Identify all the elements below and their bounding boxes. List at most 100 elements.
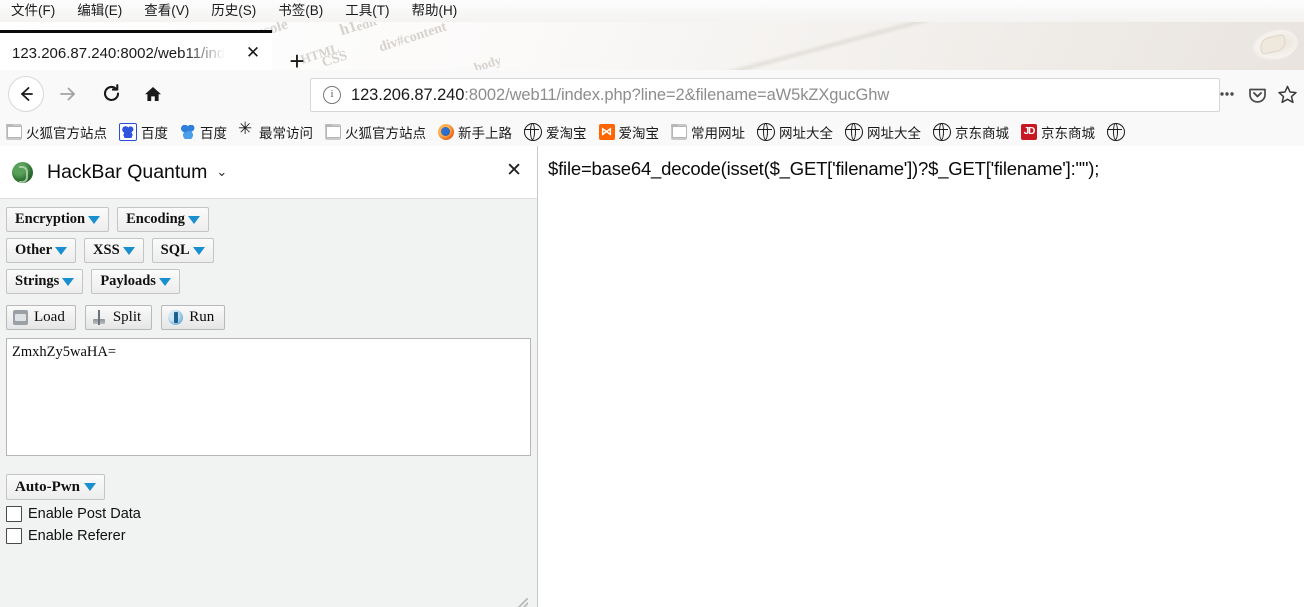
url-host: 123.206.87.240	[351, 85, 465, 104]
caret-down-icon	[88, 215, 101, 224]
split-button[interactable]: Split	[84, 305, 153, 330]
hackbar-logo-icon	[12, 161, 33, 183]
menu-item-help[interactable]: 帮助(H)	[401, 0, 469, 22]
bookmark-label: 爱淘宝	[618, 125, 660, 141]
menu-item-history[interactable]: 历史(S)	[200, 0, 267, 22]
baidu-paw-icon	[119, 122, 137, 141]
ellipsis-icon	[1220, 92, 1234, 96]
bookmark-label: 网址大全	[867, 125, 921, 141]
enable-post-data-row[interactable]: Enable Post Data	[6, 506, 531, 522]
caret-down-icon	[192, 246, 205, 255]
enable-referer-checkbox[interactable]	[6, 528, 22, 544]
bookmark-item[interactable]: 百度	[113, 120, 174, 144]
caret-down-icon	[55, 246, 68, 255]
menu-bar: 文件(F) 编辑(E) 查看(V) 历史(S) 书签(B) 工具(T) 帮助(H…	[0, 0, 1304, 22]
bookmark-item[interactable]: 爱淘宝	[518, 120, 593, 144]
hackbar-sidebar: HackBar Quantum ⌄ ✕ Encryption Encoding …	[0, 146, 538, 607]
tab-close-icon[interactable]: ✕	[244, 44, 262, 62]
back-arrow-icon	[21, 86, 33, 101]
bookmark-item[interactable]: JD 京东商城	[1015, 120, 1101, 144]
taobao-icon: ⋈	[598, 123, 615, 140]
payload-textarea[interactable]: ZmxhZy5waHA=	[6, 338, 531, 456]
enable-post-data-checkbox[interactable]	[6, 506, 22, 522]
home-button[interactable]	[136, 77, 170, 111]
caret-down-icon	[122, 246, 135, 255]
pocket-icon	[1248, 88, 1266, 103]
xss-dropdown[interactable]: XSS	[84, 238, 144, 263]
run-icon	[168, 310, 184, 325]
bookmark-label: 京东商城	[1041, 125, 1095, 141]
textarea-resize-grip[interactable]	[516, 598, 528, 607]
tab-strip: 123.206.87.240:8002/web11/index.php ✕ +	[0, 22, 1304, 74]
run-button[interactable]: Run	[161, 305, 226, 330]
hackbar-button-row-3: Strings Payloads	[0, 269, 537, 300]
menu-item-edit[interactable]: 编辑(E)	[66, 0, 133, 22]
hackbar-tool-row: Load Split Run	[0, 300, 537, 338]
bookmark-label: 网址大全	[779, 125, 833, 141]
chevron-down-icon[interactable]: ⌄	[216, 164, 227, 180]
encoding-dropdown[interactable]: Encoding	[117, 207, 209, 232]
bookmark-item[interactable]: 京东商城	[927, 120, 1015, 144]
split-icon	[92, 310, 107, 325]
caret-down-icon	[158, 277, 171, 286]
url-bar-actions	[1212, 78, 1302, 110]
enable-referer-row[interactable]: Enable Referer	[6, 528, 531, 544]
payloads-dropdown[interactable]: Payloads	[91, 269, 180, 294]
tab-title: 123.206.87.240:8002/web11/index.php	[12, 44, 227, 62]
globe-icon	[845, 122, 863, 141]
reload-button[interactable]	[94, 77, 128, 111]
forward-button[interactable]	[50, 77, 84, 111]
bookmark-label: 百度	[141, 125, 168, 141]
bookmark-item[interactable]: 网址大全	[751, 120, 839, 144]
sql-dropdown[interactable]: SQL	[151, 238, 214, 263]
bookmark-item[interactable]: 火狐官方站点	[0, 120, 113, 144]
menu-item-file[interactable]: 文件(F)	[0, 0, 66, 22]
globe-icon	[524, 122, 542, 141]
hackbar-options: Auto-Pwn Enable Post Data Enable Referer	[0, 456, 537, 544]
strings-dropdown[interactable]: Strings	[6, 269, 84, 294]
bookmark-item[interactable]: 新手上路	[432, 120, 518, 144]
hackbar-button-row-2: Other XSS SQL	[0, 238, 537, 269]
page-actions-button[interactable]	[1212, 79, 1242, 109]
bookmark-item[interactable]	[1101, 120, 1135, 144]
globe-icon	[1107, 122, 1125, 141]
other-dropdown[interactable]: Other	[6, 238, 77, 263]
button-label: Payloads	[100, 273, 156, 289]
back-button[interactable]	[8, 75, 44, 112]
url-bar[interactable]: i 123.206.87.240:8002/web11/index.php?li…	[310, 78, 1220, 112]
pocket-button[interactable]	[1242, 79, 1272, 109]
bookmark-item[interactable]: 百度	[174, 120, 233, 144]
jd-icon: JD	[1021, 123, 1037, 140]
bookmark-label: 京东商城	[955, 125, 1009, 141]
tab-active[interactable]: 123.206.87.240:8002/web11/index.php ✕	[0, 30, 272, 73]
bookmark-label: 最常访问	[259, 125, 313, 141]
hackbar-title: HackBar Quantum	[47, 160, 208, 183]
home-icon	[145, 86, 161, 101]
bookmark-item[interactable]: 最常访问	[233, 120, 319, 144]
close-icon[interactable]: ✕	[506, 161, 522, 181]
caret-down-icon	[62, 277, 75, 286]
enable-referer-label: Enable Referer	[28, 528, 126, 544]
load-button[interactable]: Load	[6, 305, 76, 330]
site-info-icon[interactable]: i	[323, 86, 341, 104]
folder-icon	[6, 123, 22, 140]
load-icon	[13, 310, 28, 325]
bookmark-label: 火狐官方站点	[26, 125, 107, 141]
encryption-dropdown[interactable]: Encryption	[6, 207, 110, 232]
button-label: Encryption	[15, 211, 86, 227]
menu-item-bookmarks[interactable]: 书签(B)	[267, 0, 334, 22]
caret-down-icon	[84, 483, 97, 491]
button-label: SQL	[160, 242, 190, 258]
gear-icon	[238, 120, 255, 140]
menu-item-tools[interactable]: 工具(T)	[334, 0, 400, 22]
button-label: Run	[189, 309, 215, 325]
bookmark-item[interactable]: 常用网址	[665, 120, 751, 144]
menu-item-view[interactable]: 查看(V)	[133, 0, 200, 22]
auto-pwn-dropdown[interactable]: Auto-Pwn	[6, 474, 106, 500]
button-label: Other	[15, 242, 53, 258]
bookmark-item[interactable]: 网址大全	[839, 120, 927, 144]
bookmark-item[interactable]: ⋈ 爱淘宝	[593, 120, 666, 144]
bookmark-item[interactable]: 火狐官方站点	[319, 120, 432, 144]
bookmark-star-button[interactable]	[1272, 79, 1302, 109]
button-label: XSS	[93, 242, 120, 258]
